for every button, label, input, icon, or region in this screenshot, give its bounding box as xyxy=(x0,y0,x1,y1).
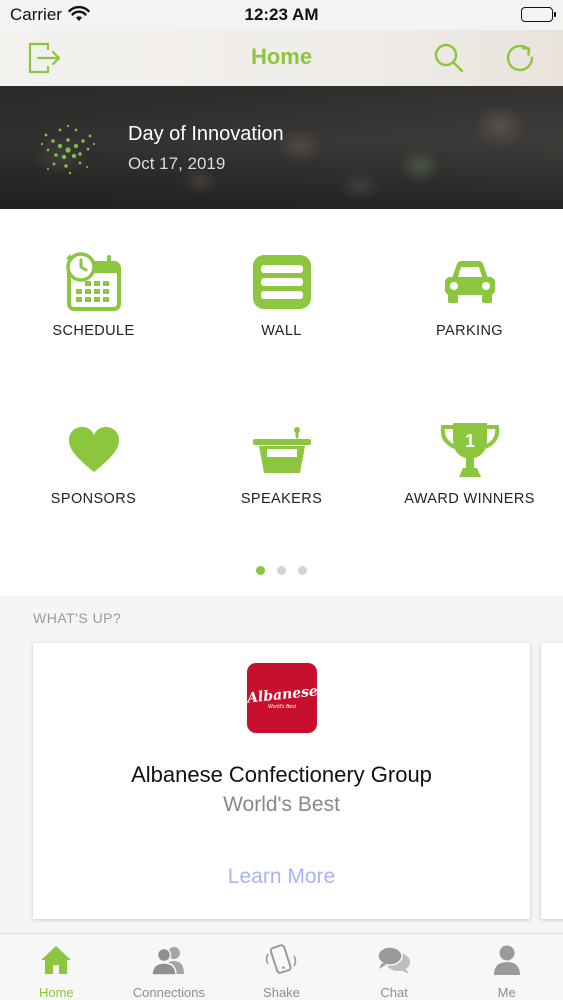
tab-label: Home xyxy=(38,985,74,1000)
tab-label: Chat xyxy=(380,985,408,1000)
tab-label: Connections xyxy=(132,985,206,1000)
tile-label: WALL xyxy=(261,323,302,339)
card-subtitle: World's Best xyxy=(223,793,340,816)
tile-label: SCHEDULE xyxy=(52,323,135,339)
sponsor-logo: Albanese World's Best xyxy=(245,663,319,733)
event-date: Oct 17, 2019 xyxy=(128,154,226,173)
wall-icon xyxy=(188,247,375,317)
connections-icon xyxy=(113,942,226,978)
tile-label: AWARD WINNERS xyxy=(404,491,535,507)
tab-shake[interactable]: Shake xyxy=(225,934,338,1000)
tab-label: Shake xyxy=(263,985,300,1000)
podium-icon xyxy=(188,415,375,485)
tile-label: PARKING xyxy=(436,323,503,339)
tile-schedule[interactable]: SCHEDULE xyxy=(0,247,187,339)
tab-home[interactable]: Home xyxy=(0,934,113,1000)
card-title: Albanese Confectionery Group xyxy=(131,762,432,787)
feature-grid: SCHEDULE WALL PARKING SPONSORS SPEAKERS … xyxy=(0,209,563,596)
event-logo-icon xyxy=(36,122,100,183)
next-card-peek[interactable] xyxy=(541,643,563,919)
tab-connections[interactable]: Connections xyxy=(113,934,226,1000)
event-title: Day of Innovation xyxy=(128,123,284,145)
home-icon xyxy=(0,942,113,978)
tab-label: Me xyxy=(497,985,516,1000)
calendar-clock-icon xyxy=(0,247,187,317)
person-icon xyxy=(450,942,563,978)
section-heading: WHAT'S UP? xyxy=(33,610,122,626)
sponsor-card[interactable]: Albanese World's Best Albanese Confectio… xyxy=(33,643,530,919)
battery-icon xyxy=(521,7,556,22)
tab-chat[interactable]: Chat xyxy=(338,934,451,1000)
tab-me[interactable]: Me xyxy=(450,934,563,1000)
tile-award-winners[interactable]: 1 AWARD WINNERS xyxy=(376,415,563,507)
page-dot[interactable] xyxy=(277,566,286,575)
learn-more-link[interactable]: Learn More xyxy=(33,865,530,889)
logo-subtext: World's Best xyxy=(268,703,296,710)
car-icon xyxy=(376,247,563,317)
tab-bar: Home Connections Shake Chat Me xyxy=(0,933,563,1000)
status-bar: Carrier 12:23 AM xyxy=(0,0,563,30)
event-banner[interactable]: Day of Innovation Oct 17, 2019 xyxy=(0,86,563,209)
tile-wall[interactable]: WALL xyxy=(188,247,375,339)
tile-speakers[interactable]: SPEAKERS xyxy=(188,415,375,507)
svg-text:1: 1 xyxy=(464,431,474,451)
search-icon[interactable] xyxy=(429,38,469,78)
trophy-icon: 1 xyxy=(376,415,563,485)
page-title: Home xyxy=(250,44,313,69)
tile-label: SPONSORS xyxy=(50,491,137,507)
nav-bar: Home xyxy=(0,30,563,86)
page-dot[interactable] xyxy=(298,566,307,575)
logo-text: Albanese xyxy=(245,682,319,707)
tile-label: SPEAKERS xyxy=(240,491,323,507)
shake-phone-icon xyxy=(225,942,338,978)
chat-icon xyxy=(338,942,451,978)
tile-sponsors[interactable]: SPONSORS xyxy=(0,415,187,507)
refresh-icon[interactable] xyxy=(500,38,540,78)
tile-parking[interactable]: PARKING xyxy=(376,247,563,339)
heart-icon xyxy=(0,415,187,485)
page-indicator xyxy=(0,566,563,575)
clock: 12:23 AM xyxy=(244,5,319,24)
page-dot[interactable] xyxy=(256,566,265,575)
